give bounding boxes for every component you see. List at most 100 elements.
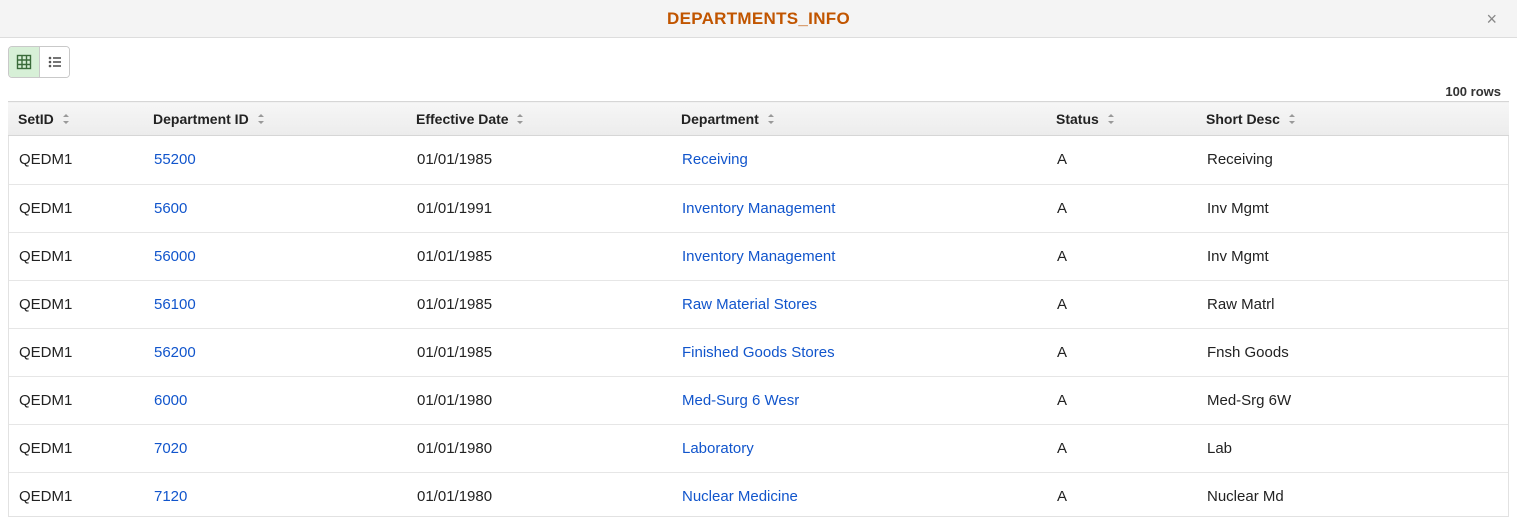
cell-status: A xyxy=(1047,472,1197,516)
col-header-short[interactable]: Short Desc xyxy=(1196,102,1492,136)
view-toggle-group xyxy=(8,46,70,78)
col-header-status[interactable]: Status xyxy=(1046,102,1196,136)
cell-dept-link[interactable]: Inventory Management xyxy=(682,200,835,217)
cell-setid: QEDM1 xyxy=(9,376,144,424)
cell-status: A xyxy=(1047,184,1197,232)
cell-short: Fnsh Goods xyxy=(1197,328,1508,376)
cell-deptid-link[interactable]: 5600 xyxy=(154,200,187,217)
col-header-deptid[interactable]: Department ID xyxy=(143,102,406,136)
cell-dept: Inventory Management xyxy=(672,232,1047,280)
cell-setid: QEDM1 xyxy=(9,136,144,184)
cell-short-text: Inv Mgmt xyxy=(1207,200,1269,217)
cell-deptid: 5600 xyxy=(144,184,407,232)
cell-effdt-text: 01/01/1985 xyxy=(417,296,492,313)
col-header-setid-label: SetID xyxy=(18,111,54,127)
cell-effdt: 01/01/1980 xyxy=(407,472,672,516)
cell-dept-link[interactable]: Receiving xyxy=(682,151,748,168)
cell-short: Nuclear Md xyxy=(1197,472,1508,516)
cell-deptid: 56000 xyxy=(144,232,407,280)
cell-deptid-link[interactable]: 55200 xyxy=(154,151,196,168)
table-row: QEDM1600001/01/1980Med-Surg 6 WesrAMed-S… xyxy=(9,376,1508,424)
cell-effdt: 01/01/1985 xyxy=(407,136,672,184)
cell-setid-text: QEDM1 xyxy=(19,248,72,265)
col-header-effdt-label: Effective Date xyxy=(416,111,509,127)
sort-icon xyxy=(1288,110,1296,126)
results-scroll[interactable]: QEDM1 55200 01/01/1985 Receiving A Receiving Q… xyxy=(9,136,1508,516)
cell-status-text: A xyxy=(1057,200,1067,217)
cell-deptid: 55200 xyxy=(144,136,407,184)
sort-icon xyxy=(257,110,265,126)
grid-view-button[interactable] xyxy=(9,47,39,77)
cell-deptid-link[interactable]: 56200 xyxy=(154,344,196,361)
view-toolbar xyxy=(0,38,1517,82)
cell-short: Receiving xyxy=(1197,136,1508,184)
table-row: QEDM1 7120 01/01/1980 Nuclear Medicine A Nucl… xyxy=(9,472,1508,516)
cell-short-text: Inv Mgmt xyxy=(1207,248,1269,265)
results-header-table: SetID Department ID Effective Date xyxy=(8,101,1509,136)
sort-icon xyxy=(62,110,70,126)
cell-deptid: 6000 xyxy=(144,376,407,424)
cell-effdt-text: 01/01/1980 xyxy=(417,488,492,505)
cell-deptid-link[interactable]: 7120 xyxy=(154,488,187,505)
row-count-label: 100 rows xyxy=(1445,84,1501,99)
cell-dept-link[interactable]: Raw Material Stores xyxy=(682,296,817,313)
cell-status: A xyxy=(1047,424,1197,472)
cell-status: A xyxy=(1047,376,1197,424)
row-count-bar: 100 rows xyxy=(0,82,1517,101)
cell-status-text: A xyxy=(1057,440,1067,457)
cell-status-text: A xyxy=(1057,488,1067,505)
cell-setid: QEDM1 xyxy=(9,328,144,376)
table-row: QEDM1560001/01/1991Inventory ManagementA… xyxy=(9,184,1508,232)
cell-short-text: Nuclear Md xyxy=(1207,488,1284,505)
sort-icon xyxy=(516,110,524,126)
table-row: QEDM1702001/01/1980LaboratoryALab xyxy=(9,424,1508,472)
table-row: QEDM1 56100 01/01/1985 Raw Material Stores A… xyxy=(9,280,1508,328)
cell-deptid: 7020 xyxy=(144,424,407,472)
list-view-button[interactable] xyxy=(39,47,69,77)
results-body-table: QEDM1 55200 01/01/1985 Receiving A Receiving Q… xyxy=(9,136,1508,516)
table-row: QEDM1 56000 01/01/1985 Inventory Management… xyxy=(9,232,1508,280)
cell-status-text: A xyxy=(1057,392,1067,409)
cell-deptid: 7120 xyxy=(144,472,407,516)
cell-deptid-link[interactable]: 56000 xyxy=(154,248,196,265)
cell-short-text: Lab xyxy=(1207,440,1232,457)
cell-deptid-link[interactable]: 56100 xyxy=(154,296,196,313)
cell-deptid-link[interactable]: 7020 xyxy=(154,440,187,457)
cell-dept-link[interactable]: Inventory Management xyxy=(682,248,835,265)
col-header-effdt[interactable]: Effective Date xyxy=(406,102,671,136)
title-bar: DEPARTMENTS_INFO × xyxy=(0,0,1517,38)
table-row: QEDM15520001/01/1985ReceivingAReceiving xyxy=(9,136,1508,184)
cell-effdt: 01/01/1985 xyxy=(407,232,672,280)
grid-icon xyxy=(16,54,32,70)
header-row: SetID Department ID Effective Date xyxy=(8,102,1509,136)
cell-short-text: Receiving xyxy=(1207,151,1273,168)
cell-setid-text: QEDM1 xyxy=(19,151,72,168)
cell-dept-link[interactable]: Nuclear Medicine xyxy=(682,488,798,505)
cell-dept-link[interactable]: Finished Goods Stores xyxy=(682,344,835,361)
cell-short-text: Raw Matrl xyxy=(1207,296,1275,313)
cell-deptid-link[interactable]: 6000 xyxy=(154,392,187,409)
cell-status: A xyxy=(1047,280,1197,328)
cell-deptid: 56200 xyxy=(144,328,407,376)
sort-icon xyxy=(1107,110,1115,126)
col-header-dept[interactable]: Department xyxy=(671,102,1046,136)
cell-effdt: 01/01/1980 xyxy=(407,376,672,424)
cell-short: Raw Matrl xyxy=(1197,280,1508,328)
col-header-status-label: Status xyxy=(1056,111,1099,127)
cell-dept: Med-Surg 6 Wesr xyxy=(672,376,1047,424)
cell-setid-text: QEDM1 xyxy=(19,296,72,313)
cell-status-text: A xyxy=(1057,248,1067,265)
cell-setid: QEDM1 xyxy=(9,424,144,472)
col-header-short-label: Short Desc xyxy=(1206,111,1280,127)
close-button[interactable]: × xyxy=(1480,0,1503,38)
cell-dept-link[interactable]: Laboratory xyxy=(682,440,754,457)
col-header-dept-label: Department xyxy=(681,111,759,127)
cell-effdt: 01/01/1991 xyxy=(407,184,672,232)
cell-status-text: A xyxy=(1057,296,1067,313)
cell-setid: QEDM1 xyxy=(9,232,144,280)
cell-dept: Raw Material Stores xyxy=(672,280,1047,328)
col-header-setid[interactable]: SetID xyxy=(8,102,143,136)
cell-setid: QEDM1 xyxy=(9,472,144,516)
cell-dept-link[interactable]: Med-Surg 6 Wesr xyxy=(682,392,799,409)
cell-setid: QEDM1 xyxy=(9,280,144,328)
